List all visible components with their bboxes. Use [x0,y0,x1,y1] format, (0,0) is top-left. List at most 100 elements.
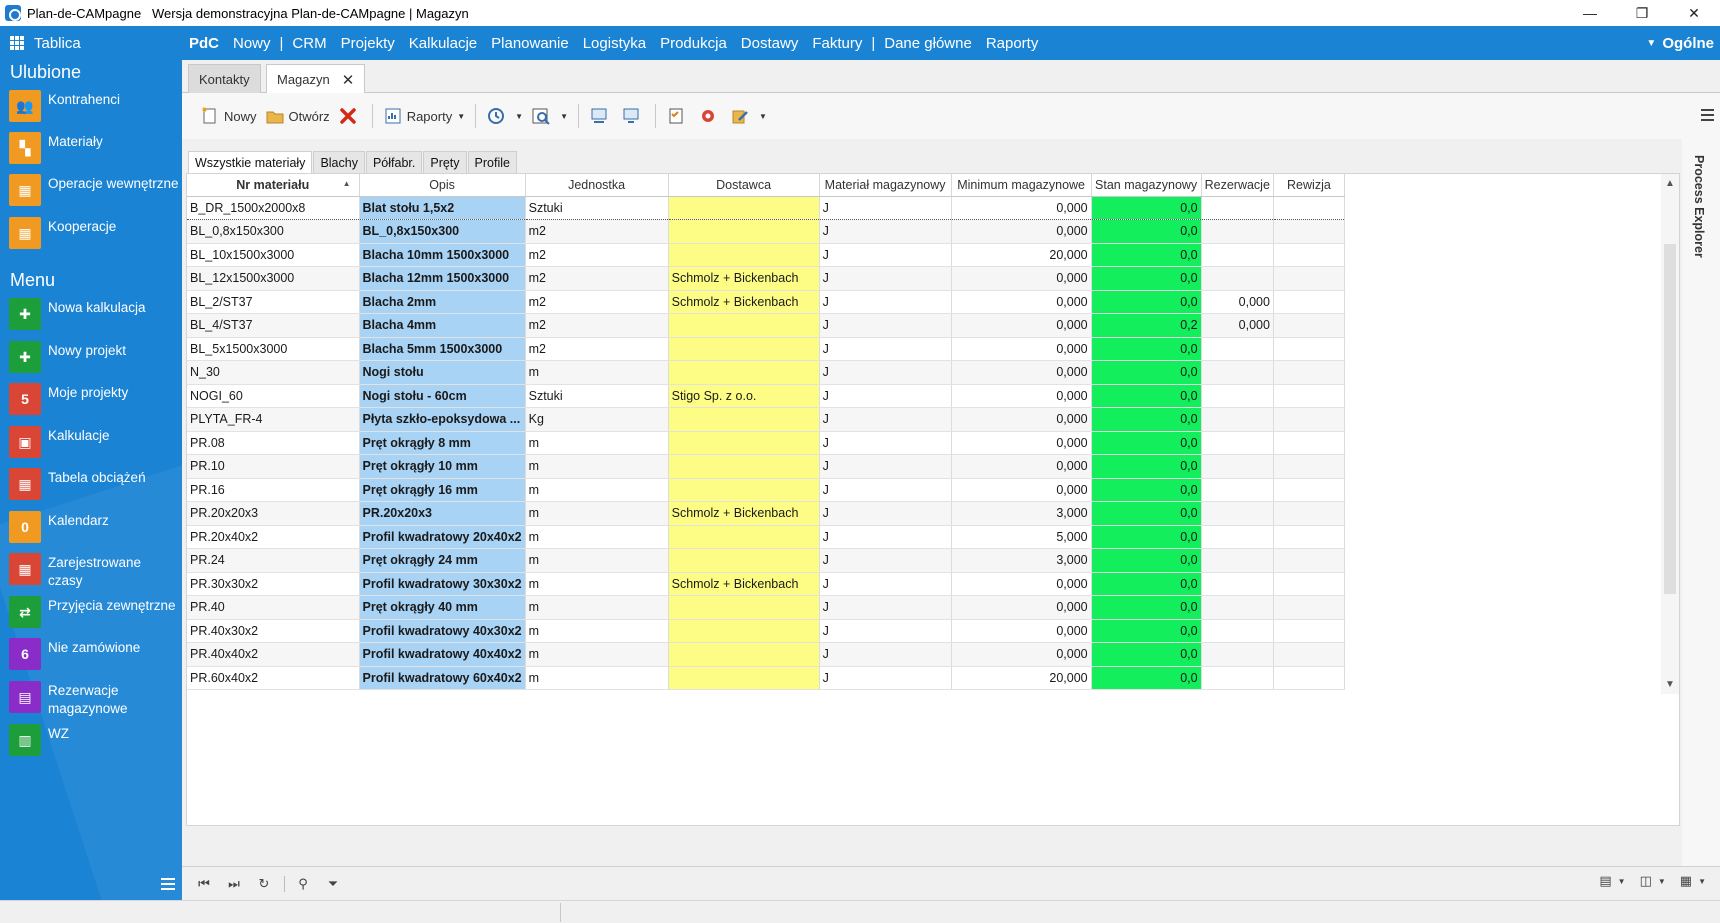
cell-material-no[interactable]: PR.30x30x2 [187,572,360,596]
first-record-icon[interactable]: ⏮ [194,874,214,894]
export-button[interactable] [617,101,649,131]
cell-material-no[interactable]: BL_4/ST37 [187,313,360,338]
history-button[interactable]: ▼ [482,101,527,131]
dashboard-button[interactable]: Tablica [0,26,182,60]
settings-button[interactable] [694,101,726,131]
cell-stock-material[interactable]: J [819,290,952,314]
cell-supplier[interactable] [668,407,820,432]
cell-stock-material[interactable]: J [819,525,952,549]
cell-material-no[interactable]: PLYTA_FR-4 [187,407,360,432]
cell-unit[interactable]: Sztuki [525,195,669,220]
scroll-down-icon[interactable]: ▼ [1665,679,1675,690]
cell-min-stock[interactable]: 0,000 [951,407,1092,432]
sidebar-item-calendar[interactable]: 0 Kalendarz [9,511,179,543]
cell-unit[interactable]: m [525,360,669,385]
cell-stock-level[interactable]: 0,0 [1091,384,1202,408]
close-tab-icon[interactable]: ✕ [342,71,355,89]
cell-stock-material[interactable]: J [819,595,952,620]
cell-unit[interactable]: m [525,548,669,573]
cell-reservations[interactable] [1201,642,1274,667]
cell-revision[interactable] [1273,384,1345,408]
cell-description[interactable]: Pręt okrągły 10 mm [359,454,526,479]
cell-unit[interactable]: m [525,501,669,526]
cell-stock-level[interactable]: 0,0 [1091,572,1202,596]
cell-description[interactable]: Profil kwadratowy 40x40x2 [359,642,526,667]
cell-description[interactable]: BL_0,8x150x300 [359,219,526,244]
cell-stock-material[interactable]: J [819,478,952,502]
table-row[interactable]: BL_4/ST37 Blacha 4mm m2 J 0,000 0,2 0,000 [187,313,1345,338]
sidebar-item-calculations[interactable]: ▣ Kalkulacje [9,426,179,458]
cell-revision[interactable] [1273,454,1345,479]
table-row[interactable]: BL_0,8x150x300 BL_0,8x150x300 m2 J 0,000 0,0 [187,219,1345,244]
cell-stock-material[interactable]: J [819,195,952,220]
cell-material-no[interactable]: BL_0,8x150x300 [187,219,360,244]
minimize-button[interactable]: — [1564,0,1616,26]
table-row[interactable]: NOGI_60 Nogi stołu - 60cm Sztuki Stigo Sp. … [187,384,1345,408]
cell-supplier[interactable]: Schmolz + Bickenbach [668,572,820,596]
layout-button[interactable]: ◫ ▼ [1640,873,1666,889]
column-header-stock-level[interactable]: Stan magazynowy [1091,174,1202,197]
cell-supplier[interactable] [668,478,820,502]
cell-material-no[interactable]: PR.10 [187,454,360,479]
cell-unit[interactable]: m [525,478,669,502]
menu-production[interactable]: Produkcja [653,35,734,52]
table-row[interactable]: PR.60x40x2 Profil kwadratowy 60x40x2 m J 20,… [187,666,1345,690]
cell-stock-level[interactable]: 0,0 [1091,266,1202,291]
sidebar-item-new-project[interactable]: ✚ Nowy projekt [9,341,179,373]
cell-description[interactable]: Blat stołu 1,5x2 [359,195,526,220]
cell-description[interactable]: Blacha 2mm [359,290,526,314]
sidebar-item-cooperation[interactable]: ▦ Kooperacje [9,217,179,249]
cell-supplier[interactable] [668,195,820,220]
cell-reservations[interactable] [1201,548,1274,573]
cell-stock-level[interactable]: 0,0 [1091,454,1202,479]
cell-unit[interactable]: Sztuki [525,384,669,408]
cell-min-stock[interactable]: 0,000 [951,572,1092,596]
sidebar-item-registered-times[interactable]: ▦ Zarejestrowane czasy [9,553,179,590]
hamburger-menu-icon[interactable] [1701,109,1714,124]
cell-revision[interactable] [1273,266,1345,291]
cell-revision[interactable] [1273,195,1345,220]
cell-description[interactable]: Blacha 12mm 1500x3000 [359,266,526,291]
cell-supplier[interactable] [668,243,820,267]
cell-reservations[interactable] [1201,243,1274,267]
cell-supplier[interactable] [668,595,820,620]
cell-unit[interactable]: m2 [525,290,669,314]
new-button[interactable]: Nowy [196,101,261,131]
table-row[interactable]: PR.40 Pręt okrągły 40 mm m J 0,000 0,0 [187,595,1345,620]
sidebar-item-not-ordered[interactable]: 6 Nie zamówione [9,638,179,670]
cell-stock-material[interactable]: J [819,642,952,667]
cell-reservations[interactable] [1201,501,1274,526]
table-row[interactable]: PR.24 Pręt okrągły 24 mm m J 3,000 0,0 [187,548,1345,573]
table-row[interactable]: PR.08 Pręt okrągły 8 mm m J 0,000 0,0 [187,431,1345,455]
cell-reservations[interactable]: 0,000 [1201,290,1274,314]
cell-description[interactable]: Nogi stołu [359,360,526,385]
table-row[interactable]: BL_12x1500x3000 Blacha 12mm 1500x3000 m2 Sc… [187,266,1345,291]
cell-revision[interactable] [1273,619,1345,643]
cell-material-no[interactable]: BL_12x1500x3000 [187,266,360,291]
cell-reservations[interactable] [1201,337,1274,361]
cell-stock-level[interactable]: 0,0 [1091,337,1202,361]
cell-description[interactable]: Blacha 5mm 1500x3000 [359,337,526,361]
cell-unit[interactable]: m2 [525,243,669,267]
table-row[interactable]: BL_10x1500x3000 Blacha 10mm 1500x3000 m2 J 2… [187,243,1345,267]
menu-projects[interactable]: Projekty [334,35,402,52]
grid-view-button[interactable]: ▦ ▼ [1680,873,1706,889]
reports-button[interactable]: Raporty ▼ [379,101,469,131]
cell-revision[interactable] [1273,313,1345,338]
cell-unit[interactable]: Kg [525,407,669,432]
checklist-button[interactable] [662,101,694,131]
cell-min-stock[interactable]: 0,000 [951,266,1092,291]
cell-stock-level[interactable]: 0,0 [1091,407,1202,432]
sidebar-item-load-table[interactable]: ▦ Tabela obciążeń [9,468,179,500]
menu-calculations[interactable]: Kalkulacje [402,35,484,52]
table-row[interactable]: B_DR_1500x2000x8 Blat stołu 1,5x2 Sztuki J 0… [187,195,1345,220]
cell-material-no[interactable]: BL_5x1500x3000 [187,337,360,361]
cell-stock-level[interactable]: 0,0 [1091,525,1202,549]
cell-min-stock[interactable]: 0,000 [951,290,1092,314]
cell-reservations[interactable] [1201,266,1274,291]
hamburger-menu-icon[interactable] [161,878,175,890]
cell-unit[interactable]: m [525,666,669,690]
cell-min-stock[interactable]: 0,000 [951,478,1092,502]
cell-min-stock[interactable]: 0,000 [951,595,1092,620]
cell-stock-level[interactable]: 0,0 [1091,666,1202,690]
